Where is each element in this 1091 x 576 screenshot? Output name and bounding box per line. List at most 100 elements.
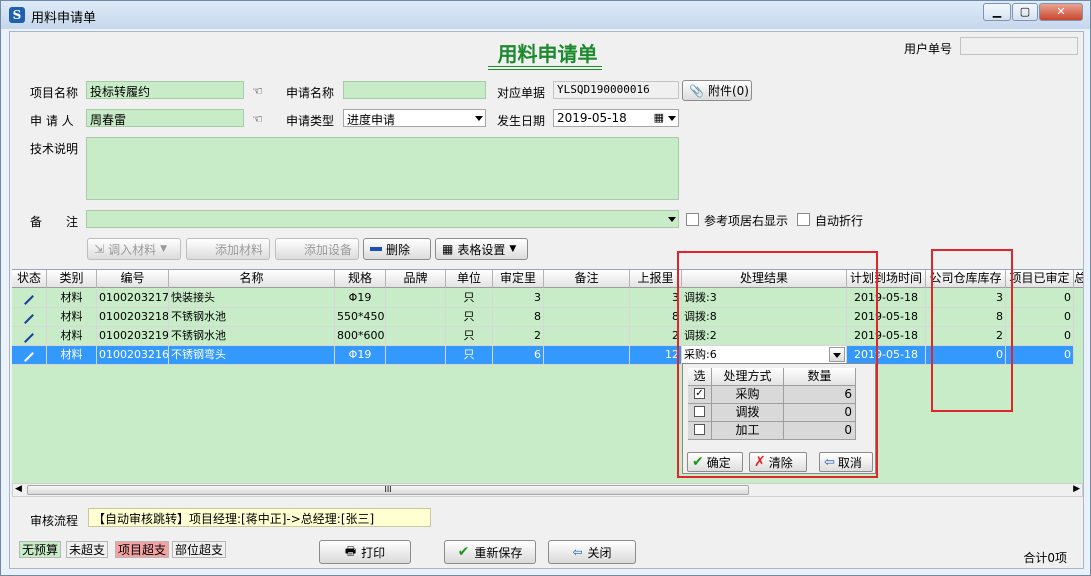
col-note[interactable]: 备注 bbox=[544, 270, 630, 288]
auto-wrap-checkbox[interactable] bbox=[797, 213, 810, 226]
cell-proj-approved: 0 bbox=[1006, 327, 1074, 346]
horizontal-scrollbar[interactable]: ◀ III ▶ bbox=[12, 483, 1083, 497]
add-equipment-label: 添加设备 bbox=[303, 242, 352, 257]
print-button[interactable]: 🖶 打印 bbox=[319, 540, 411, 564]
delete-label: 删除 bbox=[386, 242, 411, 257]
col-spec[interactable]: 规格 bbox=[335, 270, 386, 288]
remark-field[interactable] bbox=[86, 210, 679, 228]
request-type-label: 申请类型 bbox=[286, 114, 335, 128]
calendar-icon[interactable]: ▦ bbox=[654, 111, 664, 124]
import-material-button[interactable]: ⇲ 调入材料 ▼ bbox=[87, 238, 181, 260]
cell-reported: 3 bbox=[630, 289, 682, 308]
form-body: 用料申请单 用户单号 项目名称 投标转履约 ☜ 申请名称 对应单据 YLSQD1… bbox=[9, 31, 1084, 569]
close-button[interactable]: ⇦ 关闭 bbox=[548, 540, 636, 564]
table-row[interactable]: 材料 0100203219 不锈钢水池 800*600* 只 2 2 调拨:2 … bbox=[12, 327, 1083, 346]
col-proj-approved[interactable]: 项目已审定 bbox=[1006, 270, 1074, 288]
cell-brand bbox=[386, 346, 446, 365]
col-total[interactable]: 总 bbox=[1074, 270, 1083, 288]
col-reported[interactable]: 上报里 bbox=[630, 270, 682, 288]
cell-note[interactable] bbox=[544, 308, 630, 327]
scroll-left-icon[interactable]: ◀ bbox=[15, 484, 22, 494]
legend-project-over: 项目超支 bbox=[115, 541, 170, 558]
cell-code: 0100203219 bbox=[97, 327, 169, 346]
total-count: 合计0项 bbox=[1023, 551, 1067, 565]
col-name[interactable]: 名称 bbox=[169, 270, 335, 288]
delete-button[interactable]: 删除 bbox=[363, 238, 431, 260]
app-window: S 用料申请单 ▁ ▢ ✕ 用料申请单 用户单号 项目名称 投标转履约 ☜ 申请… bbox=[0, 0, 1091, 576]
cell-code: 0100203218 bbox=[97, 308, 169, 327]
cell-approved[interactable]: 2 bbox=[493, 327, 544, 346]
remark-label: 备 注 bbox=[30, 215, 79, 229]
cell-code: 0100203216 bbox=[97, 346, 169, 365]
maximize-button[interactable]: ▢ bbox=[1012, 3, 1038, 21]
user-no-field[interactable] bbox=[960, 37, 1078, 55]
cell-note[interactable] bbox=[544, 346, 630, 365]
attachment-label: 附件(0) bbox=[707, 84, 749, 98]
add-material-label: 添加材料 bbox=[214, 242, 263, 257]
audit-flow-label: 审核流程 bbox=[30, 514, 79, 528]
ref-right-checkbox[interactable] bbox=[686, 213, 699, 226]
col-approved[interactable]: 审定里 bbox=[493, 270, 544, 288]
cell-name: 不锈钢弯头 bbox=[169, 346, 335, 365]
col-category[interactable]: 类别 bbox=[47, 270, 97, 288]
scroll-right-icon[interactable]: ▶ bbox=[1073, 484, 1080, 494]
col-unit[interactable]: 单位 bbox=[446, 270, 493, 288]
chevron-down-icon bbox=[475, 116, 483, 121]
row-status-edit-icon bbox=[12, 289, 47, 308]
heading-underline bbox=[488, 66, 602, 67]
cell-spec: 550*450* bbox=[335, 308, 386, 327]
cell-brand bbox=[386, 289, 446, 308]
col-status[interactable]: 状态 bbox=[12, 270, 47, 288]
add-equipment-button[interactable]: 添加设备 bbox=[275, 238, 359, 260]
table-row-selected[interactable]: 材料 0100203216 不锈钢弯头 Φ19 只 6 12 采购:6 2019… bbox=[12, 346, 1083, 365]
scroll-thumb[interactable]: III bbox=[27, 485, 749, 495]
cell-spec: Φ19 bbox=[335, 346, 386, 365]
legend-no-budget: 无预算 bbox=[19, 541, 62, 558]
col-brand[interactable]: 品牌 bbox=[386, 270, 446, 288]
table-row[interactable]: 材料 0100203217 快装接头 Φ19 只 3 3 调拨:3 2019-0… bbox=[12, 289, 1083, 308]
material-table: 状态 类别 编号 名称 规格 品牌 单位 审定里 备注 上报里 处理结果 计划到… bbox=[12, 269, 1083, 495]
highlight-box-result bbox=[677, 251, 878, 478]
cell-reported: 2 bbox=[630, 327, 682, 346]
resave-button[interactable]: ✔ 重新保存 bbox=[444, 540, 536, 564]
date-label: 发生日期 bbox=[497, 114, 546, 128]
pick-project-hand-icon[interactable]: ☜ bbox=[252, 85, 270, 97]
pick-applicant-hand-icon[interactable]: ☜ bbox=[252, 113, 270, 125]
attachment-button[interactable]: 📎 附件(0) bbox=[682, 80, 752, 101]
import-material-label: 调入材料 bbox=[108, 242, 157, 257]
cell-note[interactable] bbox=[544, 327, 630, 346]
applicant-field[interactable]: 周春雷 bbox=[86, 109, 244, 127]
title-bar: S 用料申请单 ▁ ▢ ✕ bbox=[1, 1, 1090, 29]
app-logo-icon: S bbox=[9, 7, 25, 23]
close-window-button[interactable]: ✕ bbox=[1039, 3, 1083, 21]
cell-approved[interactable]: 6 bbox=[493, 346, 544, 365]
tech-desc-textarea[interactable] bbox=[86, 137, 679, 200]
table-row[interactable]: 材料 0100203218 不锈钢水池 550*450* 只 8 8 调拨:8 … bbox=[12, 308, 1083, 327]
minimize-button[interactable]: ▁ bbox=[983, 3, 1011, 21]
cell-approved[interactable]: 3 bbox=[493, 289, 544, 308]
add-material-button[interactable]: 添加材料 bbox=[186, 238, 270, 260]
auto-wrap-label: 自动折行 bbox=[815, 214, 864, 228]
request-name-field[interactable] bbox=[343, 81, 486, 99]
close-label: 关闭 bbox=[587, 545, 612, 560]
cell-approved[interactable]: 8 bbox=[493, 308, 544, 327]
cell-reported: 12 bbox=[630, 346, 682, 365]
audit-flow-field: 【自动审核跳转】项目经理:[蒋中正]->总经理:[张三] bbox=[88, 508, 431, 527]
cell-proj-approved: 0 bbox=[1006, 346, 1074, 365]
minus-icon bbox=[370, 247, 382, 251]
project-name-label: 项目名称 bbox=[30, 86, 79, 100]
project-name-field[interactable]: 投标转履约 bbox=[86, 81, 244, 99]
applicant-label: 申 请 人 bbox=[30, 114, 74, 128]
table-header: 状态 类别 编号 名称 规格 品牌 单位 审定里 备注 上报里 处理结果 计划到… bbox=[12, 270, 1083, 288]
cell-proj-approved: 0 bbox=[1006, 308, 1074, 327]
col-code[interactable]: 编号 bbox=[97, 270, 169, 288]
request-type-select[interactable]: 进度申请 bbox=[343, 109, 486, 127]
cell-name: 快装接头 bbox=[169, 289, 335, 308]
print-label: 打印 bbox=[361, 545, 386, 560]
window-title: 用料申请单 bbox=[31, 11, 97, 26]
date-picker[interactable]: 2019-05-18 ▦ bbox=[553, 109, 679, 127]
legend-dept-over: 部位超支 bbox=[172, 541, 227, 558]
request-name-label: 申请名称 bbox=[286, 86, 335, 100]
cell-note[interactable] bbox=[544, 289, 630, 308]
table-settings-button[interactable]: ▦ 表格设置 ▼ bbox=[435, 238, 528, 260]
